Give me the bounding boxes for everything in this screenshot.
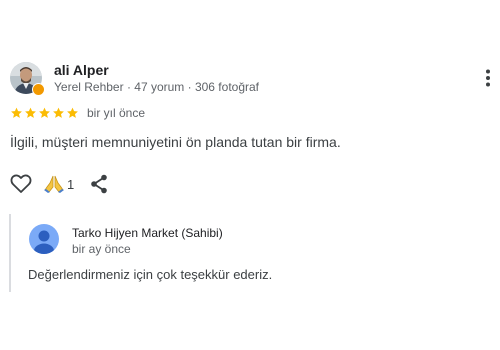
owner-reply-date: bir ay önce [72,242,131,256]
local-guide-badge-icon [32,83,45,96]
review-date: bir yıl önce [87,106,146,120]
star-rating [10,105,79,121]
review-text: İlgili, müşteri memnuniyetini ön planda … [10,134,341,150]
owner-reply-text: Değerlendirmeniz için çok teşekkür ederi… [28,267,273,282]
heart-icon[interactable] [10,174,32,194]
star-icon [67,107,78,118]
person-icon [29,224,59,254]
author-name[interactable]: ali Alper [54,62,109,78]
owner-name: Tarko Hijyen Market (Sahibi) [72,226,223,240]
star-icon [53,107,64,118]
star-icon [39,107,50,118]
star-icon [11,107,22,118]
more-vert-icon[interactable] [482,68,494,88]
review-card: ali Alper Yerel Rehber · 47 yorum · 306 … [0,0,500,350]
star-icon [25,107,36,118]
reply-divider [9,214,11,292]
thanks-count: 1 [67,177,75,192]
share-icon[interactable] [90,174,108,194]
folded-hands-icon[interactable] [42,174,66,194]
author-meta: Yerel Rehber · 47 yorum · 306 fotoğraf [54,80,260,94]
